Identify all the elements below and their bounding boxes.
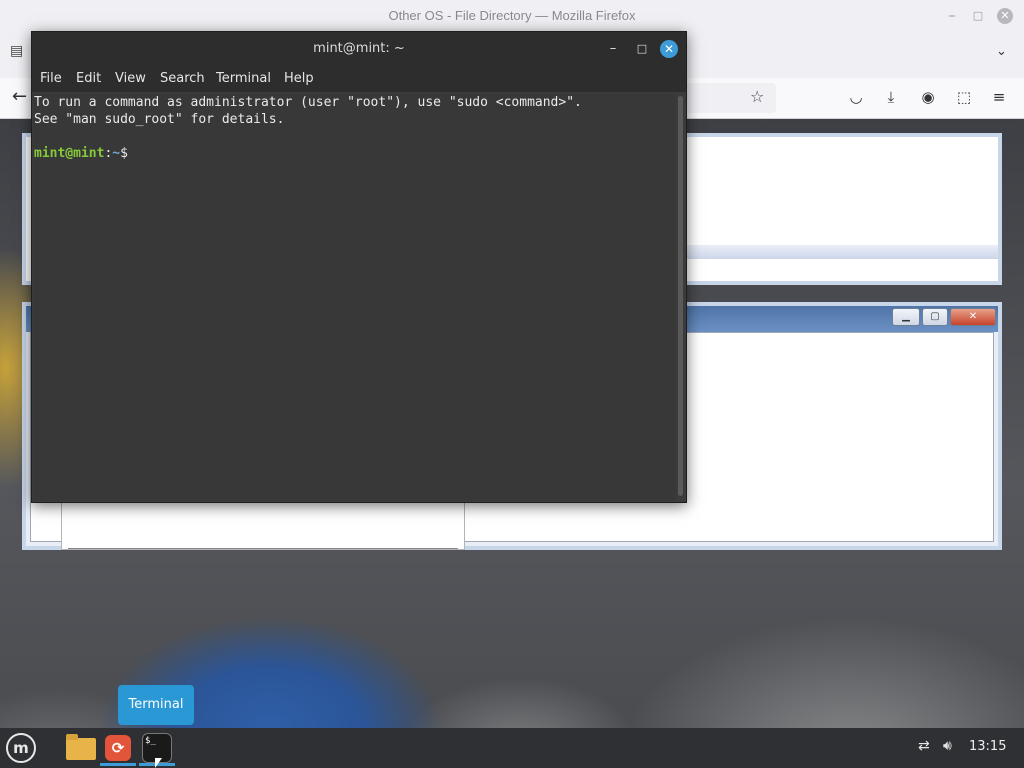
account-icon[interactable]: ◉ [918, 87, 938, 107]
terminal-window[interactable]: mint@mint: ~ – □ ✕ File Edit View Search… [31, 31, 687, 503]
close-icon[interactable]: ✕ [997, 8, 1013, 24]
prompt-symbol: $ [120, 146, 128, 161]
minimize-icon[interactable]: – [944, 8, 960, 24]
mouse-pointer-icon [155, 758, 162, 768]
terminal-line: To run a command as administrator (user … [34, 95, 582, 110]
close-icon[interactable]: ✕ [950, 308, 996, 326]
menu-edit[interactable]: Edit [76, 71, 101, 86]
hamburger-menu-icon[interactable]: ≡ [989, 87, 1009, 107]
panel-scroll-strip [686, 245, 998, 259]
terminal-scrollbar[interactable] [678, 96, 683, 496]
terminal-titlebar[interactable]: mint@mint: ~ – □ ✕ [32, 32, 686, 66]
downloads-icon[interactable]: ⤓ [881, 87, 901, 107]
files-icon [66, 734, 96, 760]
tab-overview-icon[interactable]: ▤ [10, 43, 26, 59]
list-tabs-chevron-icon[interactable]: ⌄ [996, 44, 1007, 59]
minimize-icon[interactable]: – [604, 40, 622, 58]
bookmark-star-icon[interactable]: ☆ [750, 87, 764, 106]
firefox-icon: ⟳ [105, 735, 131, 761]
back-arrow-icon[interactable]: ← [12, 86, 27, 107]
terminal-title: mint@mint: ~ [313, 41, 405, 56]
volume-icon[interactable]: 🔊︎ [943, 738, 952, 754]
close-icon[interactable]: ✕ [660, 40, 678, 58]
firefox-window-title: Other OS - File Directory — Mozilla Fire… [388, 8, 636, 23]
terminal-output[interactable]: To run a command as administrator (user … [33, 94, 676, 501]
menu-search[interactable]: Search [160, 71, 205, 86]
taskbar: m ⟳ $_ ⇄ 🔊︎ 13:15 [0, 728, 1024, 768]
prompt-user: mint@mint [34, 146, 105, 161]
menu-terminal[interactable]: Terminal [216, 71, 271, 86]
firefox-launcher[interactable]: ⟳ [100, 730, 136, 766]
minimize-icon[interactable]: ▁ [892, 308, 920, 326]
terminal-prompt: mint@mint:~$ [34, 145, 136, 162]
files-launcher[interactable] [60, 730, 96, 766]
menu-file[interactable]: File [40, 71, 62, 86]
maximize-icon[interactable]: ▢ [922, 308, 948, 326]
text-cursor [128, 145, 136, 160]
prompt-path: ~ [112, 146, 121, 161]
maximize-icon[interactable]: □ [633, 40, 651, 58]
terminal-line: See "man sudo_root" for details. [34, 112, 285, 127]
running-indicator [100, 763, 136, 766]
menu-help[interactable]: Help [284, 71, 314, 86]
list-divider [68, 548, 458, 549]
pocket-icon[interactable]: ◡ [846, 87, 866, 107]
menu-view[interactable]: View [115, 71, 146, 86]
mint-menu-icon[interactable]: m [6, 733, 36, 763]
terminal-menubar: File Edit View Search Terminal Help [32, 66, 686, 92]
taskbar-tooltip: Terminal [118, 685, 194, 725]
maximize-icon[interactable]: □ [970, 8, 986, 24]
extensions-icon[interactable]: ⬚ [954, 87, 974, 107]
clock[interactable]: 13:15 [969, 739, 1006, 754]
network-disconnected-icon[interactable]: ⇄ [918, 738, 930, 754]
